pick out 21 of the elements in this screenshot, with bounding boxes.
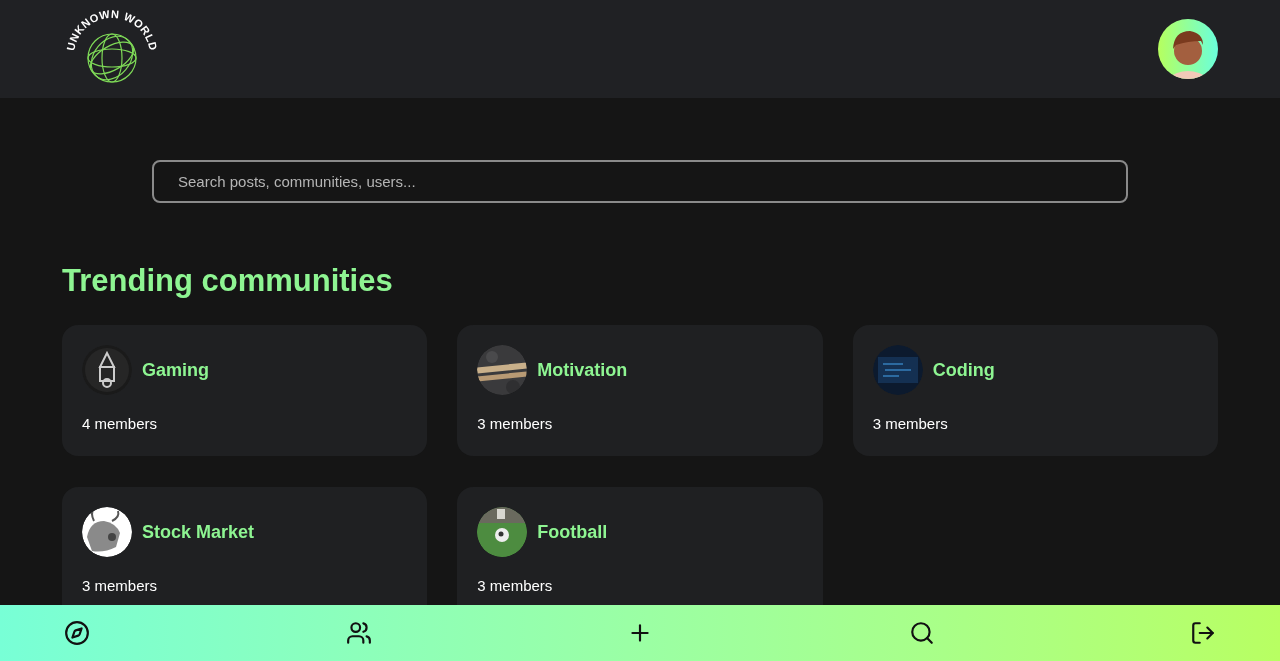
community-name: Gaming — [142, 358, 209, 382]
member-count: 3 members — [477, 414, 554, 434]
users-icon[interactable] — [344, 619, 373, 647]
user-avatar[interactable] — [1158, 19, 1218, 79]
community-card[interactable]: Motivation 3 members — [457, 325, 823, 456]
search-field[interactable]: Search posts, communities, users... — [152, 160, 1128, 203]
community-card[interactable]: Gaming 4 members — [62, 325, 428, 456]
community-card[interactable]: Stock Market 3 members — [62, 487, 428, 605]
community-name: Stock Market — [142, 520, 255, 544]
community-card[interactable]: Football 3 members — [457, 487, 823, 605]
community-name: Motivation — [537, 358, 628, 382]
member-count: 3 members — [477, 576, 554, 596]
member-count: 3 members — [82, 576, 159, 596]
compass-icon[interactable] — [63, 619, 91, 647]
member-count: 3 members — [872, 414, 949, 434]
community-name: Football — [537, 520, 608, 544]
logout-icon[interactable] — [1189, 619, 1217, 647]
community-name: Coding — [932, 358, 995, 382]
community-card[interactable]: Coding 3 members — [852, 325, 1218, 456]
section-title: Trending communities — [62, 262, 394, 300]
member-count: 4 members — [82, 414, 159, 434]
